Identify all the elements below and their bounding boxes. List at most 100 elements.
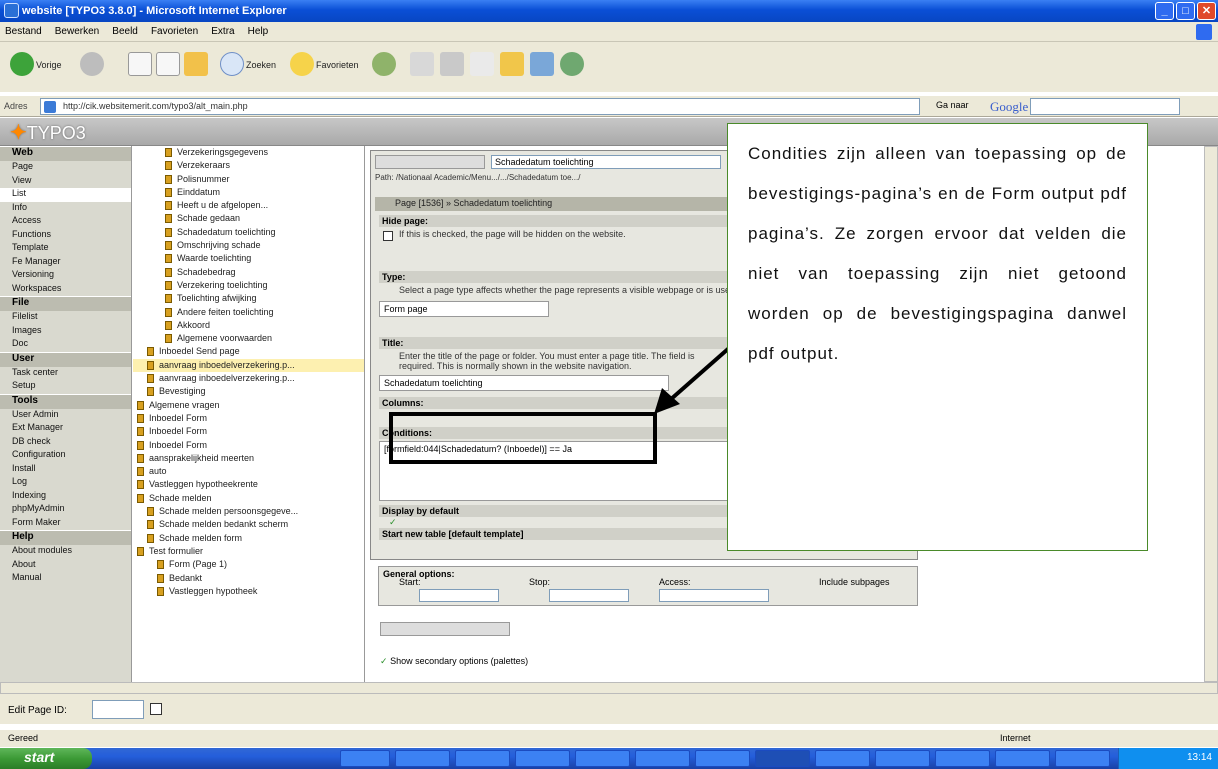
address-input[interactable]: http://cik.websitemerit.com/typo3/alt_ma… — [40, 98, 920, 115]
favorites-label[interactable]: Favorieten — [316, 50, 359, 80]
tree-item[interactable]: Verzekeringsgegevens — [133, 146, 364, 159]
task-item[interactable] — [695, 750, 750, 767]
media-icon[interactable] — [372, 52, 396, 76]
hide-checkbox[interactable] — [383, 231, 393, 241]
start-input[interactable] — [419, 589, 499, 602]
task-item[interactable] — [995, 750, 1050, 767]
doc-toolbar[interactable] — [375, 155, 485, 169]
record-select[interactable]: Schadedatum toelichting — [491, 155, 721, 169]
close-icon[interactable]: ✕ — [1197, 2, 1216, 20]
content-scrollbar[interactable] — [1204, 146, 1218, 682]
doc-bottom-toolbar[interactable] — [380, 622, 510, 636]
module-item[interactable]: Form Maker — [0, 517, 131, 531]
menu-favorieten[interactable]: Favorieten — [146, 22, 203, 37]
tree-item[interactable]: Bevestiging — [133, 385, 364, 398]
tree-item[interactable]: Schade melden — [133, 492, 364, 505]
tree-item[interactable]: Inboedel Form — [133, 412, 364, 425]
module-item[interactable]: Ext Manager — [0, 422, 131, 436]
task-item[interactable] — [515, 750, 570, 767]
forward-icon[interactable] — [80, 52, 104, 76]
task-item-active[interactable] — [755, 750, 810, 767]
task-item[interactable] — [455, 750, 510, 767]
module-item[interactable]: Fe Manager — [0, 256, 131, 270]
tree-item[interactable]: Form (Page 1) — [133, 558, 364, 571]
module-item[interactable]: Access — [0, 215, 131, 229]
tree-item[interactable]: aansprakelijkheid meerten — [133, 452, 364, 465]
task-item[interactable] — [815, 750, 870, 767]
menu-bewerken[interactable]: Bewerken — [50, 22, 104, 37]
access-select[interactable] — [659, 589, 769, 602]
back-label[interactable]: Vorige — [36, 50, 62, 80]
module-item[interactable]: Configuration — [0, 449, 131, 463]
google-search-input[interactable] — [1030, 98, 1180, 115]
task-item[interactable] — [875, 750, 930, 767]
tree-item[interactable]: Test formulier — [133, 545, 364, 558]
module-item[interactable]: Manual — [0, 572, 131, 586]
module-item[interactable]: Versioning — [0, 269, 131, 283]
tree-item[interactable]: Vastleggen hypotheek — [133, 585, 364, 598]
stop-input[interactable] — [549, 589, 629, 602]
tree-item[interactable]: Verzekering toelichting — [133, 279, 364, 292]
task-item[interactable] — [635, 750, 690, 767]
tree-item[interactable]: Inboedel Send page — [133, 345, 364, 358]
module-item[interactable]: Functions — [0, 229, 131, 243]
window-titlebar[interactable]: website [TYPO3 3.8.0] - Microsoft Intern… — [0, 0, 1218, 22]
module-item[interactable]: Images — [0, 325, 131, 339]
module-item[interactable]: phpMyAdmin — [0, 503, 131, 517]
tree-item[interactable]: Verzekeraars — [133, 159, 364, 172]
stop-icon[interactable] — [128, 52, 152, 76]
menu-help[interactable]: Help — [243, 22, 274, 37]
minimize-icon[interactable]: _ — [1155, 2, 1174, 20]
tree-item[interactable]: Omschrijving schade — [133, 239, 364, 252]
back-icon[interactable] — [10, 52, 34, 76]
tree-item[interactable]: Schadebedrag — [133, 266, 364, 279]
task-item[interactable] — [340, 750, 390, 767]
module-item[interactable]: Task center — [0, 367, 131, 381]
folder-icon[interactable] — [500, 52, 524, 76]
tree-item[interactable]: Polisnummer — [133, 173, 364, 186]
edit-icon[interactable] — [470, 52, 494, 76]
module-item[interactable]: DB check — [0, 436, 131, 450]
module-item[interactable]: Filelist — [0, 311, 131, 325]
tree-item[interactable]: Inboedel Form — [133, 439, 364, 452]
menu-beeld[interactable]: Beeld — [107, 22, 143, 37]
module-item[interactable]: About modules — [0, 545, 131, 559]
menu-bestand[interactable]: Bestand — [0, 22, 47, 37]
home-icon[interactable] — [184, 52, 208, 76]
history-icon[interactable] — [410, 52, 434, 76]
secondary-options[interactable]: ✓ Show secondary options (palettes) — [380, 656, 528, 667]
edit-page-input[interactable] — [92, 700, 144, 719]
module-group[interactable]: Help — [0, 530, 131, 545]
tree-item[interactable]: Schade melden form — [133, 532, 364, 545]
tree-item[interactable]: Toelichting afwijking — [133, 292, 364, 305]
module-item[interactable]: Page — [0, 161, 131, 175]
tree-item[interactable]: Inboedel Form — [133, 425, 364, 438]
tree-item[interactable]: Heeft u de afgelopen... — [133, 199, 364, 212]
maximize-icon[interactable]: □ — [1176, 2, 1195, 20]
module-group[interactable]: File — [0, 296, 131, 311]
tree-item[interactable]: Algemene vragen — [133, 399, 364, 412]
favorites-icon[interactable] — [290, 52, 314, 76]
tree-item[interactable]: Waarde toelichting — [133, 252, 364, 265]
horizontal-scrollbar[interactable] — [0, 682, 1218, 694]
tree-item[interactable]: Schadedatum toelichting — [133, 226, 364, 239]
type-select[interactable]: Form page — [379, 301, 549, 317]
tree-item[interactable]: aanvraag inboedelverzekering.p... — [133, 358, 364, 373]
task-item[interactable] — [1055, 750, 1110, 767]
module-item[interactable]: User Admin — [0, 409, 131, 423]
module-item[interactable]: View — [0, 175, 131, 189]
module-item[interactable]: Workspaces — [0, 283, 131, 297]
module-item[interactable]: Template — [0, 242, 131, 256]
module-item[interactable]: Indexing — [0, 490, 131, 504]
module-item[interactable]: Doc — [0, 338, 131, 352]
module-group[interactable]: User — [0, 351, 131, 367]
tree-item[interactable]: Vastleggen hypotheekrente — [133, 478, 364, 491]
tree-item[interactable]: Einddatum — [133, 186, 364, 199]
task-item[interactable] — [935, 750, 990, 767]
task-item[interactable] — [395, 750, 450, 767]
tree-item[interactable]: Schade gedaan — [133, 212, 364, 225]
search-icon[interactable] — [220, 52, 244, 76]
task-item[interactable] — [575, 750, 630, 767]
tree-item[interactable]: aanvraag inboedelverzekering.p... — [133, 372, 364, 385]
discuss-icon[interactable] — [530, 52, 554, 76]
